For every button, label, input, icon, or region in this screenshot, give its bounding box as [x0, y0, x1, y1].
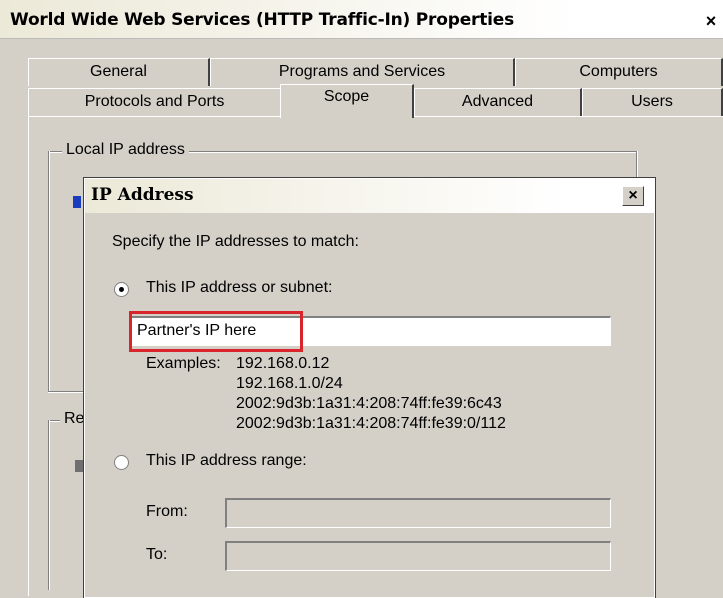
tab-scope[interactable]: Scope	[280, 84, 414, 118]
local-ip-group-border-left	[48, 151, 50, 391]
example-line: 2002:9d3b:1a31:4:208:74ff:fe39:0/112	[236, 415, 506, 432]
to-label: To:	[146, 546, 168, 563]
dialog-close-button[interactable]: ×	[622, 186, 644, 206]
local-ip-group-border-bottom	[48, 391, 88, 393]
from-label: From:	[146, 503, 188, 520]
range-radio-label[interactable]: This IP address range:	[146, 452, 307, 470]
tab-general[interactable]: General	[28, 58, 210, 86]
tab-protocols-and-ports[interactable]: Protocols and Ports	[28, 88, 282, 116]
from-input[interactable]	[225, 498, 611, 528]
tab-computers[interactable]: Computers	[515, 58, 723, 86]
network-icon	[73, 196, 81, 208]
subnet-radio[interactable]	[114, 282, 129, 297]
examples-label: Examples:	[146, 355, 221, 372]
tab-users[interactable]: Users	[582, 88, 723, 116]
example-line: 2002:9d3b:1a31:4:208:74ff:fe39:6c43	[236, 395, 502, 412]
local-ip-group-label: Local IP address	[62, 141, 189, 159]
range-radio[interactable]	[114, 455, 129, 470]
window-title: World Wide Web Services (HTTP Traffic-In…	[10, 10, 515, 30]
subnet-radio-label[interactable]: This IP address or subnet:	[146, 279, 332, 297]
network-icon-remote	[75, 460, 83, 472]
dialog-instruction: Specify the IP addresses to match:	[112, 233, 359, 250]
tab-advanced[interactable]: Advanced	[414, 88, 582, 116]
radio-selected-dot	[119, 287, 124, 292]
tab-programs-and-services[interactable]: Programs and Services	[210, 58, 515, 86]
dialog-title: IP Address	[91, 185, 194, 205]
remote-ip-group-border-left	[48, 420, 50, 590]
window-close-button[interactable]: ×	[700, 11, 722, 31]
example-line: 192.168.0.12	[236, 355, 330, 372]
to-input[interactable]	[225, 541, 611, 571]
example-line: 192.168.1.0/24	[236, 375, 343, 392]
ip-address-dialog: IP Address × Specify the IP addresses to…	[83, 177, 656, 598]
highlight-box	[129, 311, 303, 352]
